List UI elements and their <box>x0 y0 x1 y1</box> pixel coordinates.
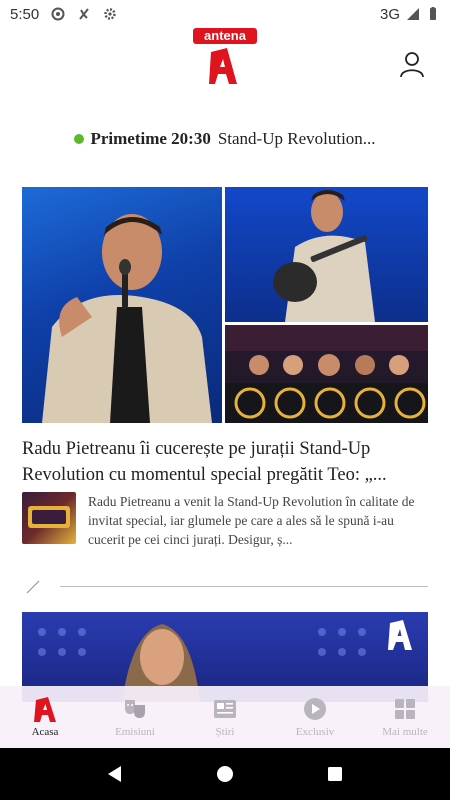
recents-icon[interactable] <box>325 764 345 784</box>
nav-label-stiri: Știri <box>215 726 235 738</box>
network-type: 3G <box>379 5 400 23</box>
divider-line <box>60 586 428 587</box>
nav-item-stiri[interactable]: Știri <box>180 686 270 748</box>
logo-badge: antena <box>193 28 257 44</box>
guitarist-illustration <box>273 190 375 322</box>
section-divider <box>22 578 428 596</box>
nav-label-exclusiv: Exclusiv <box>295 726 335 738</box>
article-photo-collage <box>225 187 428 423</box>
cell-signal-icon <box>407 8 419 20</box>
grid-icon <box>395 699 415 719</box>
system-navigation-bar <box>0 748 450 800</box>
antena-watermark-icon <box>388 620 412 650</box>
app-header: antena <box>0 28 450 98</box>
nav-label-mai-multe: Mai multe <box>382 726 428 738</box>
home-a-icon <box>34 697 56 722</box>
comedian-illustration <box>42 214 212 423</box>
nav-label-acasa: Acasa <box>31 726 59 738</box>
show-logo-illustration <box>28 506 70 528</box>
antena-a-icon <box>209 48 237 84</box>
article-summary: Radu Pietreanu a venit la Stand-Up Revol… <box>88 494 415 547</box>
no-signal-icon <box>79 8 89 20</box>
jury-illustration <box>225 325 428 423</box>
bottom-navigation: Acasa Emisiuni Știri Exclusiv Mai multe <box>0 686 450 748</box>
news-icon <box>214 700 236 718</box>
article-image[interactable] <box>22 187 428 423</box>
back-icon[interactable] <box>105 764 125 784</box>
article-photo-main <box>22 187 222 423</box>
nav-label-emisiuni: Emisiuni <box>115 726 155 738</box>
live-time-label: Primetime 20:30 <box>90 129 211 148</box>
article-photo-jury <box>225 325 428 423</box>
nav-item-mai-multe[interactable]: Mai multe <box>360 686 450 748</box>
live-now-bar[interactable]: Primetime 20:30 Stand-Up Revolution... <box>0 126 450 152</box>
article-photo-guitar <box>225 187 428 322</box>
settings-gear-icon <box>104 8 116 20</box>
home-icon[interactable] <box>215 764 235 784</box>
data-saver-icon <box>51 7 65 21</box>
antena-logo[interactable]: antena <box>193 28 257 88</box>
slash-icon <box>26 580 40 594</box>
profile-icon[interactable] <box>398 50 426 78</box>
live-show-title: Stand-Up Revolution... <box>217 129 376 148</box>
nav-item-exclusiv[interactable]: Exclusiv <box>270 686 360 748</box>
nav-item-emisiuni[interactable]: Emisiuni <box>90 686 180 748</box>
battery-icon <box>430 7 436 20</box>
article-summary-row[interactable]: Radu Pietreanu a venit la Stand-Up Revol… <box>22 492 432 549</box>
status-bar: 5:50 3G <box>0 0 450 28</box>
nav-item-acasa[interactable]: Acasa <box>0 686 90 748</box>
theater-masks-icon <box>125 700 145 718</box>
show-thumbnail <box>22 492 76 544</box>
live-indicator-icon <box>74 134 85 144</box>
play-circle-icon <box>304 698 326 720</box>
status-time: 5:50 <box>10 5 40 23</box>
article-title[interactable]: Radu Pietreanu îi cucerește pe jurații S… <box>22 436 432 488</box>
